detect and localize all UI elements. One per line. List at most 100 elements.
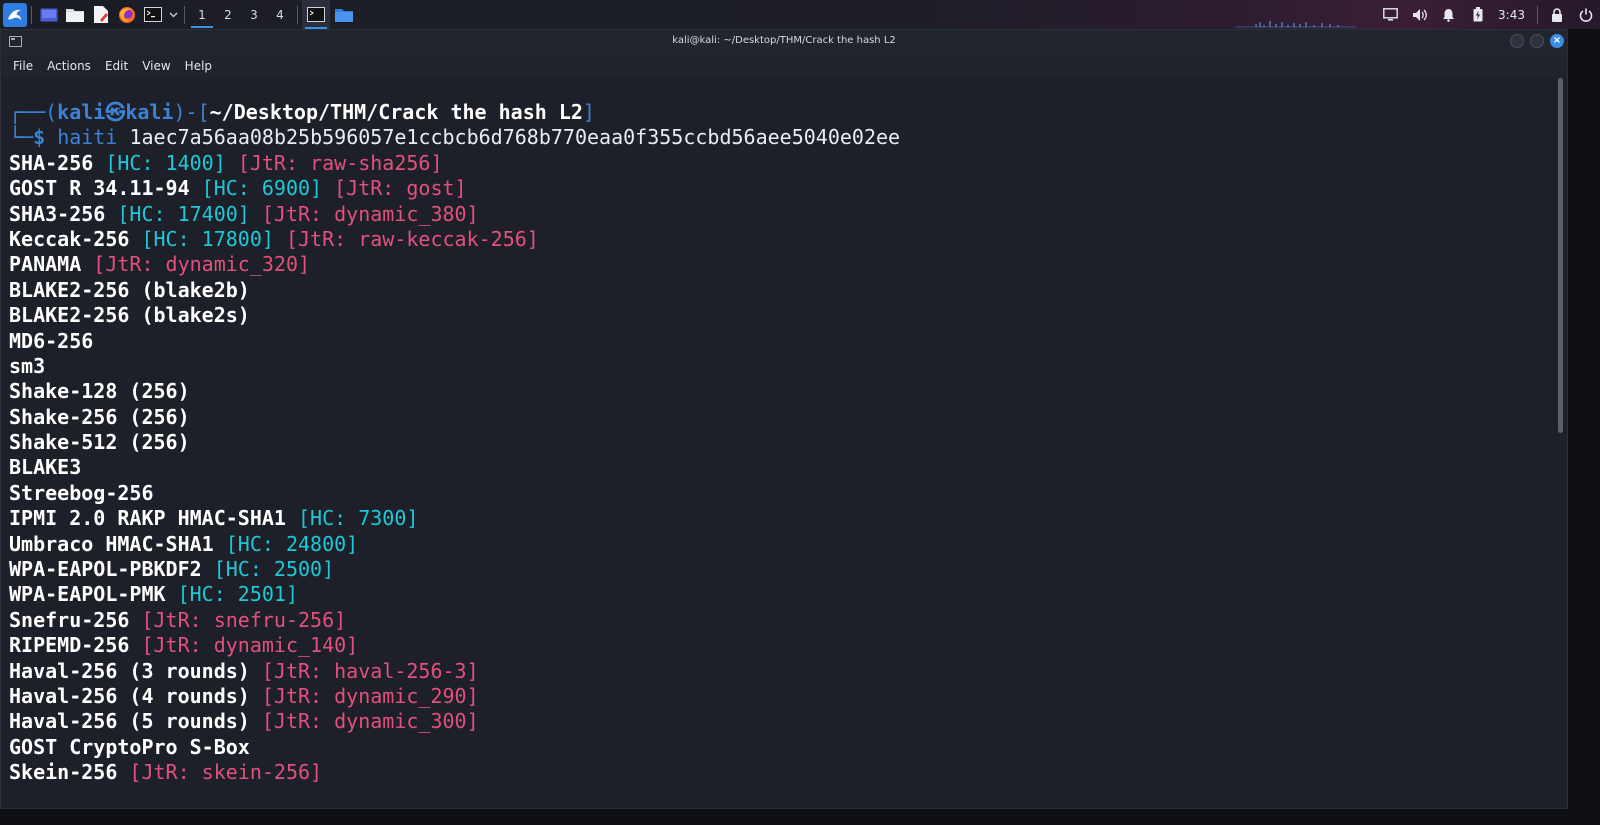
terminal-icon bbox=[307, 7, 325, 22]
display-icon[interactable] bbox=[1376, 0, 1405, 29]
close-button[interactable]: × bbox=[1550, 34, 1564, 48]
result-line: RIPEMD-256 [JtR: dynamic_140] bbox=[9, 633, 1557, 658]
result-line: PANAMA [JtR: dynamic_320] bbox=[9, 252, 1557, 277]
chevron-down-icon[interactable] bbox=[166, 0, 180, 29]
john-format: [JtR: dynamic_380] bbox=[261, 201, 479, 226]
hashcat-mode: [HC: 17800] bbox=[141, 226, 274, 251]
hash-name: Umbraco HMAC-SHA1 bbox=[9, 531, 214, 556]
panel-separator bbox=[1537, 5, 1538, 24]
john-format: [JtR: dynamic_300] bbox=[261, 709, 479, 734]
show-desktop-icon[interactable] bbox=[36, 0, 62, 29]
firefox-icon[interactable] bbox=[114, 0, 140, 29]
john-format: [JtR: dynamic_290] bbox=[261, 683, 479, 708]
john-format: [JtR: snefru-256] bbox=[141, 607, 347, 632]
maximize-button[interactable] bbox=[1530, 34, 1544, 48]
hash-name: Keccak-256 bbox=[9, 226, 130, 251]
file-manager-icon[interactable] bbox=[62, 0, 88, 29]
hash-name: Skein-256 bbox=[9, 760, 118, 785]
workspace-1[interactable]: 1 bbox=[189, 0, 215, 29]
text-editor-icon[interactable] bbox=[88, 0, 114, 29]
workspace-4[interactable]: 4 bbox=[267, 0, 293, 29]
prompt-line-2: └─$ haiti 1aec7a56aa08b25b596057e1ccbcb6… bbox=[9, 125, 901, 150]
hash-name: Haval-256 (3 rounds) bbox=[9, 658, 250, 683]
window-titlebar[interactable]: kali@kali: ~/Desktop/THM/Crack the hash … bbox=[1, 30, 1567, 54]
hash-name: GOST CryptoPro S-Box bbox=[9, 734, 250, 759]
john-format: [JtR: dynamic_320] bbox=[93, 252, 311, 277]
workspace-3[interactable]: 3 bbox=[241, 0, 267, 29]
result-line: Shake-256 (256) bbox=[9, 405, 1557, 430]
hash-name: sm3 bbox=[9, 353, 46, 378]
hash-name: BLAKE3 bbox=[9, 455, 82, 480]
result-line: Keccak-256 [HC: 17800] [JtR: raw-keccak-… bbox=[9, 227, 1557, 252]
hash-name: Shake-512 (256) bbox=[9, 430, 190, 455]
hash-name: Snefru-256 bbox=[9, 607, 130, 632]
result-line: SHA-256 [HC: 1400] [JtR: raw-sha256] bbox=[9, 151, 1557, 176]
hash-name: PANAMA bbox=[9, 252, 82, 277]
result-line: Haval-256 (3 rounds) [JtR: haval-256-3] bbox=[9, 659, 1557, 684]
window-title: kali@kali: ~/Desktop/THM/Crack the hash … bbox=[672, 35, 896, 46]
menu-bar: File Actions Edit View Help bbox=[1, 54, 1567, 78]
hashcat-mode: [HC: 2501] bbox=[177, 582, 299, 607]
hash-name: Streebog-256 bbox=[9, 480, 154, 505]
result-line: Shake-512 (256) bbox=[9, 430, 1557, 455]
volume-icon[interactable] bbox=[1405, 0, 1434, 29]
hash-name: Haval-256 (5 rounds) bbox=[9, 709, 250, 734]
workspace-2[interactable]: 2 bbox=[215, 0, 241, 29]
terminal-window: kali@kali: ~/Desktop/THM/Crack the hash … bbox=[0, 29, 1568, 809]
prompt-path: ~/Desktop/THM/Crack the hash L2 bbox=[209, 100, 583, 124]
john-format: [JtR: gost] bbox=[334, 176, 467, 201]
hash-name: Haval-256 (4 rounds) bbox=[9, 683, 250, 708]
hash-name: GOST R 34.11-94 bbox=[9, 176, 190, 201]
terminal-output[interactable]: ┌──(kali㉿kali)-[~/Desktop/THM/Crack the … bbox=[1, 78, 1557, 808]
hash-name: Shake-256 (256) bbox=[9, 404, 190, 429]
prompt-line-1: ┌──(kali㉿kali)-[~/Desktop/THM/Crack the … bbox=[9, 100, 595, 124]
result-line: IPMI 2.0 RAKP HMAC-SHA1 [HC: 7300] bbox=[9, 506, 1557, 531]
result-line: Umbraco HMAC-SHA1 [HC: 24800] bbox=[9, 532, 1557, 557]
notification-bell-icon[interactable] bbox=[1434, 0, 1463, 29]
hash-name: SHA3-256 bbox=[9, 201, 106, 226]
task-file-manager[interactable] bbox=[330, 0, 358, 29]
panel-separator bbox=[31, 5, 32, 24]
hashcat-mode: [HC: 6900] bbox=[201, 176, 323, 201]
task-terminal[interactable] bbox=[302, 0, 330, 29]
lock-screen-icon[interactable] bbox=[1542, 0, 1571, 29]
menu-edit[interactable]: Edit bbox=[98, 59, 135, 73]
result-line: Skein-256 [JtR: skein-256] bbox=[9, 760, 1557, 785]
power-icon[interactable] bbox=[1571, 0, 1600, 29]
result-line: Snefru-256 [JtR: snefru-256] bbox=[9, 608, 1557, 633]
clock[interactable]: 3:43 bbox=[1492, 8, 1533, 22]
menu-actions[interactable]: Actions bbox=[40, 59, 98, 73]
folder-icon bbox=[335, 9, 353, 22]
john-format: [JtR: raw-keccak-256] bbox=[285, 226, 539, 251]
hash-name: RIPEMD-256 bbox=[9, 633, 130, 658]
hash-name: SHA-256 bbox=[9, 150, 94, 175]
hash-name: BLAKE2-256 (blake2b) bbox=[9, 277, 250, 302]
terminal-launcher-icon[interactable] bbox=[140, 0, 166, 29]
result-line: GOST R 34.11-94 [HC: 6900] [JtR: gost] bbox=[9, 176, 1557, 201]
menu-file[interactable]: File bbox=[6, 59, 40, 73]
john-format: [JtR: raw-sha256] bbox=[237, 150, 443, 175]
result-line: Haval-256 (4 rounds) [JtR: dynamic_290] bbox=[9, 684, 1557, 709]
result-line: sm3 bbox=[9, 354, 1557, 379]
terminal-scrollbar[interactable] bbox=[1555, 78, 1567, 808]
hashcat-mode: [HC: 17400] bbox=[117, 201, 250, 226]
john-format: [JtR: skein-256] bbox=[129, 760, 323, 785]
john-format: [JtR: dynamic_140] bbox=[141, 633, 359, 658]
panel-separator bbox=[184, 5, 185, 24]
battery-icon[interactable] bbox=[1463, 0, 1492, 29]
menu-view[interactable]: View bbox=[135, 59, 177, 73]
hash-name: MD6-256 bbox=[9, 328, 94, 353]
result-line: BLAKE2-256 (blake2b) bbox=[9, 278, 1557, 303]
app-menu-button[interactable] bbox=[0, 0, 27, 29]
result-line: WPA-EAPOL-PMK [HC: 2501] bbox=[9, 582, 1557, 607]
hashcat-mode: [HC: 7300] bbox=[298, 506, 419, 531]
menu-help[interactable]: Help bbox=[178, 59, 219, 73]
result-line: Streebog-256 bbox=[9, 481, 1557, 506]
scrollbar-thumb[interactable] bbox=[1558, 78, 1563, 433]
hashcat-mode: [HC: 1400] bbox=[105, 150, 226, 175]
minimize-button[interactable] bbox=[1510, 34, 1524, 48]
panel-separator bbox=[297, 5, 298, 24]
hash-name: WPA-EAPOL-PBKDF2 bbox=[9, 557, 202, 582]
prompt-user: kali㉿kali bbox=[57, 100, 174, 124]
command-argument: 1aec7a56aa08b25b596057e1ccbcb6d768b770ea… bbox=[129, 125, 901, 150]
